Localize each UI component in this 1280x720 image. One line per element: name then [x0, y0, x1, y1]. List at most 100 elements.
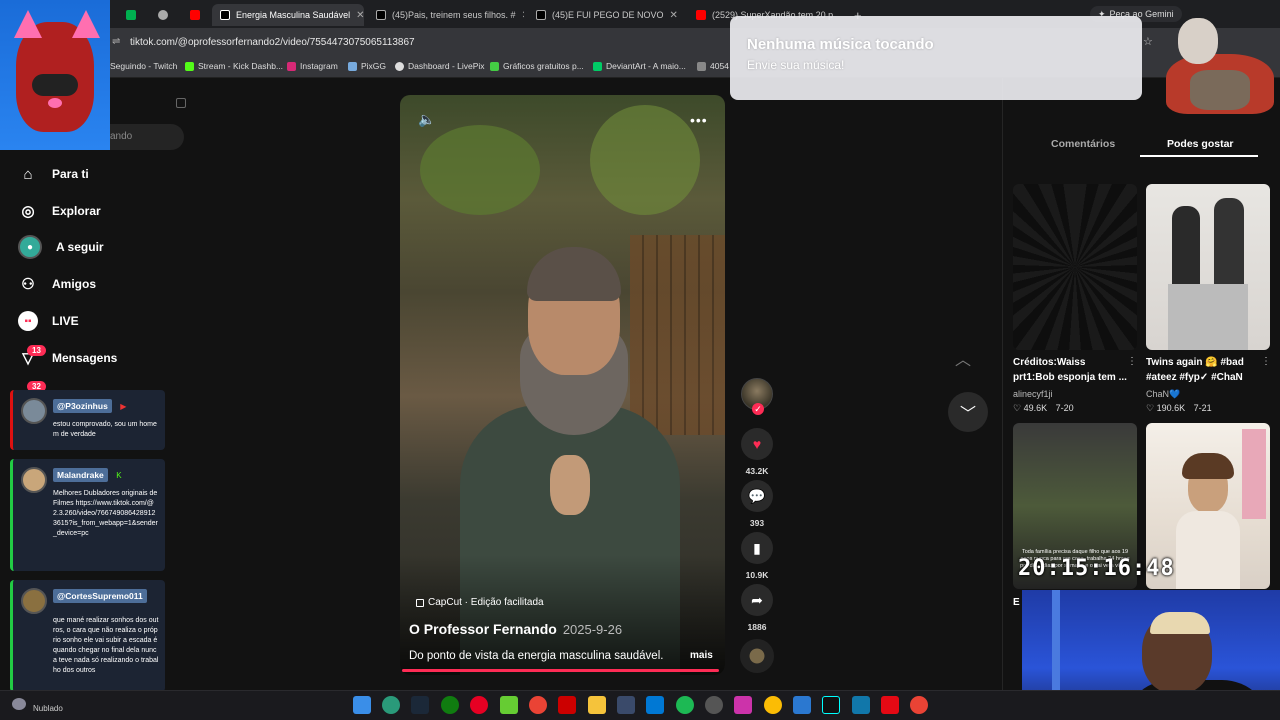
video-player[interactable]	[400, 95, 725, 675]
chrome-icon[interactable]	[764, 696, 782, 714]
b-app-icon[interactable]	[500, 696, 518, 714]
active-tab-indicator	[1140, 155, 1258, 157]
browser-tab[interactable]: (45)E FUI PEGO DE NOVO ✕	[528, 4, 684, 26]
video-card-user[interactable]: ChaN💙	[1146, 389, 1180, 400]
close-tab-icon[interactable]: ✕	[356, 10, 364, 21]
kick-icon: K	[116, 471, 122, 480]
bookmark-item[interactable]: 4054	[697, 61, 729, 71]
compass-icon: ◎	[21, 203, 35, 220]
browser-tab[interactable]	[118, 4, 144, 26]
more-options-icon[interactable]: •••	[690, 112, 708, 128]
bookmark-item[interactable]: DeviantArt - A maio...	[593, 61, 686, 71]
deviantart-icon	[593, 61, 602, 71]
comment-count: 393	[749, 518, 765, 528]
browser-tab[interactable]	[182, 4, 210, 26]
bookmark-item[interactable]: Stream - Kick Dashb...	[185, 61, 283, 71]
sidebar-item-para-ti[interactable]: ⌂ Para ti	[18, 162, 89, 186]
chrome-icon[interactable]	[910, 696, 928, 714]
tab-favicon-icon	[158, 10, 168, 20]
video-card-title[interactable]: E	[1013, 595, 1020, 610]
steam-icon[interactable]	[411, 696, 429, 714]
app-icon[interactable]	[852, 696, 870, 714]
person-beanie	[527, 247, 621, 301]
chat-text: que mané realizar sonhos dos outros, o c…	[53, 617, 159, 674]
video-card-thumbnail[interactable]	[1013, 184, 1137, 350]
obs-icon[interactable]	[705, 696, 723, 714]
bookmark-item[interactable]: Seguindo - Twitch	[110, 61, 177, 71]
previous-video-icon[interactable]: ︿	[955, 346, 971, 370]
close-tab-icon[interactable]: ✕	[670, 10, 678, 21]
folder-icon[interactable]	[588, 696, 606, 714]
like-button[interactable]: ♥ 43.2K	[741, 428, 773, 476]
browser-tab[interactable]: (45)Pais, treinem seus filhos. # ✕	[368, 4, 524, 26]
terminal-icon[interactable]	[617, 696, 635, 714]
more-button[interactable]: mais	[690, 650, 713, 661]
following-icon: ●	[18, 235, 42, 259]
bookmark-label: 4054	[710, 61, 729, 71]
sidebar-item-a-seguir[interactable]: ● A seguir	[18, 235, 104, 259]
effect-tag[interactable]: CapCut · Edição facilitada	[416, 597, 544, 608]
cat-ear-filter	[14, 10, 42, 38]
chevron-down-icon: ﹀	[959, 406, 976, 423]
save-button[interactable]: ▮ 10.9K	[741, 532, 773, 580]
comment-button[interactable]: 💬 393	[741, 480, 773, 528]
heart-outline-icon: ♡	[1146, 403, 1155, 413]
weather-label[interactable]: Nublado	[33, 704, 63, 713]
sidebar-item-live[interactable]: ▪▪ LIVE	[18, 309, 79, 333]
adobe-icon[interactable]	[558, 696, 576, 714]
app-icon[interactable]	[734, 696, 752, 714]
calendar-icon[interactable]	[793, 696, 811, 714]
edge-icon[interactable]	[382, 696, 400, 714]
sidebar-item-amigos[interactable]: ⚇ Amigos	[18, 272, 96, 296]
bookmark-item[interactable]: PixGG	[348, 61, 386, 71]
home-icon: ⌂	[23, 165, 33, 183]
chat-message: @P3ozinhus ▶ estou comprovado, sou um ho…	[10, 390, 165, 450]
more-options-icon[interactable]: ⋮	[1127, 356, 1137, 367]
spotify-icon[interactable]	[676, 696, 694, 714]
more-options-icon[interactable]: ⋮	[1261, 356, 1271, 367]
tab-favicon-icon	[126, 10, 136, 20]
next-video-button[interactable]: ﹀	[948, 392, 988, 432]
tiktok-icon[interactable]	[822, 696, 840, 714]
xbox-icon[interactable]	[441, 696, 459, 714]
comment-icon: 💬	[741, 480, 773, 512]
music-disc-icon[interactable]	[740, 639, 774, 673]
pixgg-icon	[348, 61, 357, 71]
video-author[interactable]: O Professor Fernando 2025-9-26	[409, 621, 622, 637]
follow-icon[interactable]: ✓	[752, 403, 764, 415]
video-description: Do ponto de vista da energia masculina s…	[409, 650, 664, 662]
video-date: 2025-9-26	[562, 622, 623, 637]
bookmark-item[interactable]: Gráficos gratuitos p...	[490, 61, 584, 71]
heart-icon: ♥	[741, 428, 773, 460]
store-icon[interactable]	[646, 696, 664, 714]
bookmark-item[interactable]: Dashboard - LivePix	[395, 61, 485, 71]
volume-icon[interactable]: 🔈	[418, 111, 435, 128]
bookmark-icon	[697, 61, 706, 71]
bookmark-item[interactable]: Instagram	[287, 61, 338, 71]
video-card-title[interactable]: Twins again 🤗 #bad #ateez #fyp✓ #ChaN	[1146, 355, 1266, 385]
collapse-sidebar-icon[interactable]	[176, 98, 186, 108]
video-progress-bar[interactable]	[402, 669, 719, 672]
bookmark-star-icon[interactable]: ☆	[1143, 35, 1153, 48]
video-card-user[interactable]: alinecyf1ji	[1013, 389, 1053, 399]
capcut-icon	[416, 598, 424, 607]
sidebar-item-label: Para ti	[52, 167, 89, 181]
bookmark-icon: ▮	[741, 532, 773, 564]
sidebar-item-explorar[interactable]: ◎ Explorar	[18, 199, 100, 223]
close-tab-icon[interactable]: ✕	[522, 10, 524, 21]
chat-message: Malandrake K Melhores Dubladores origina…	[10, 459, 165, 571]
browser-tab[interactable]	[150, 4, 176, 26]
tab-comentarios[interactable]: Comentários	[1051, 138, 1115, 150]
site-info-icon[interactable]: ⇌	[112, 36, 120, 47]
pinterest-icon[interactable]	[470, 696, 488, 714]
browser-tab-active[interactable]: Energia Masculina Saudável ✕	[212, 4, 364, 26]
url-text[interactable]: tiktok.com/@oprofessorfernando2/video/75…	[130, 37, 415, 48]
video-card-date: 7-21	[1193, 403, 1212, 413]
tab-podes-gostar[interactable]: Podes gostar	[1167, 138, 1234, 150]
video-card-thumbnail[interactable]	[1146, 184, 1270, 350]
video-card-title[interactable]: Créditos:Waiss prt1:Bob esponja tem ...	[1013, 355, 1128, 385]
share-button[interactable]: ➦ 1886	[741, 584, 773, 632]
netflix-icon[interactable]	[881, 696, 899, 714]
windows-start-icon[interactable]	[353, 696, 371, 714]
chrome-icon[interactable]	[529, 696, 547, 714]
